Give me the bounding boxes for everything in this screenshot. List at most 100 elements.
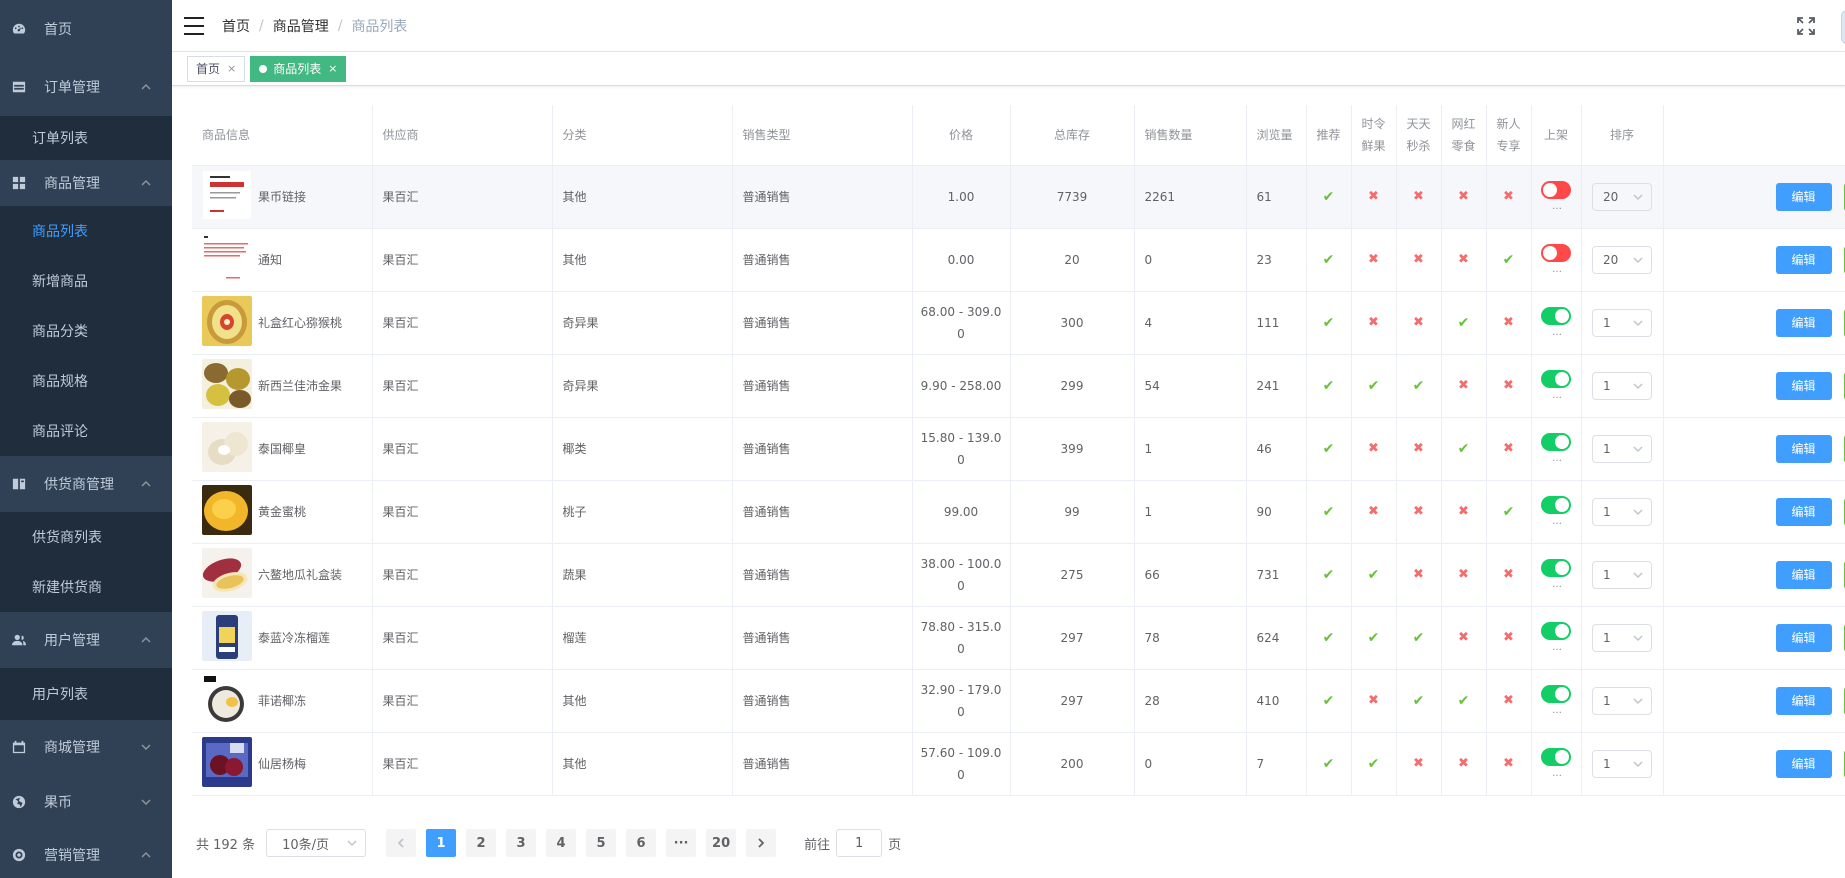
edit-button[interactable]: 编辑 bbox=[1775, 749, 1832, 778]
check-icon[interactable]: ✔ bbox=[1323, 630, 1335, 646]
sort-select[interactable]: 1 bbox=[1592, 560, 1652, 589]
hamburger-icon[interactable] bbox=[184, 16, 204, 35]
check-icon[interactable]: ✔ bbox=[1323, 567, 1335, 583]
sidebar-item-new-product[interactable]: 新增商品 bbox=[0, 256, 172, 306]
fullscreen-icon[interactable] bbox=[1797, 17, 1815, 35]
sort-select[interactable]: 20 bbox=[1592, 245, 1652, 274]
cross-icon[interactable]: ✖ bbox=[1503, 630, 1514, 645]
onshelf-toggle[interactable] bbox=[1541, 747, 1571, 766]
edit-button[interactable]: 编辑 bbox=[1775, 686, 1832, 715]
cross-icon[interactable]: ✖ bbox=[1458, 252, 1469, 267]
check-icon[interactable]: ✔ bbox=[1323, 378, 1335, 394]
cross-icon[interactable]: ✖ bbox=[1368, 252, 1379, 267]
edit-button[interactable]: 编辑 bbox=[1775, 245, 1832, 274]
cross-icon[interactable]: ✖ bbox=[1413, 189, 1424, 204]
onshelf-toggle[interactable] bbox=[1541, 558, 1571, 577]
cross-icon[interactable]: ✖ bbox=[1413, 567, 1424, 582]
onshelf-toggle[interactable] bbox=[1541, 495, 1571, 514]
sort-select[interactable]: 1 bbox=[1592, 434, 1652, 463]
edit-button[interactable]: 编辑 bbox=[1775, 308, 1832, 337]
cross-icon[interactable]: ✖ bbox=[1413, 252, 1424, 267]
prev-page-button[interactable] bbox=[386, 829, 417, 857]
sidebar-item-home[interactable]: 首页 bbox=[0, 0, 172, 58]
tag-home[interactable]: 首页 × bbox=[187, 55, 246, 82]
sort-select[interactable]: 1 bbox=[1592, 749, 1652, 778]
sidebar-item-new-supplier[interactable]: 新建供货商 bbox=[0, 562, 172, 612]
onshelf-toggle[interactable] bbox=[1541, 243, 1571, 262]
cross-icon[interactable]: ✖ bbox=[1413, 504, 1424, 519]
sort-select[interactable]: 1 bbox=[1592, 623, 1652, 652]
cross-icon[interactable]: ✖ bbox=[1368, 693, 1379, 708]
check-icon[interactable]: ✔ bbox=[1323, 315, 1335, 331]
edit-button[interactable]: 编辑 bbox=[1775, 497, 1832, 526]
sort-select[interactable]: 1 bbox=[1592, 371, 1652, 400]
sort-select[interactable]: 1 bbox=[1592, 497, 1652, 526]
cross-icon[interactable]: ✖ bbox=[1458, 189, 1469, 204]
page-button-1[interactable]: 1 bbox=[426, 829, 457, 857]
check-icon[interactable]: ✔ bbox=[1368, 378, 1380, 394]
page-button-4[interactable]: 4 bbox=[546, 829, 577, 857]
check-icon[interactable]: ✔ bbox=[1323, 504, 1335, 520]
check-icon[interactable]: ✔ bbox=[1413, 378, 1425, 394]
check-icon[interactable]: ✔ bbox=[1458, 315, 1470, 331]
check-icon[interactable]: ✔ bbox=[1368, 756, 1380, 772]
breadcrumb-product-management[interactable]: 商品管理 bbox=[273, 16, 329, 36]
check-icon[interactable]: ✔ bbox=[1323, 756, 1335, 772]
cross-icon[interactable]: ✖ bbox=[1503, 693, 1514, 708]
next-page-button[interactable] bbox=[746, 829, 777, 857]
cross-icon[interactable]: ✖ bbox=[1413, 756, 1424, 771]
page-size-select[interactable]: 10条/页 bbox=[266, 829, 367, 857]
edit-button[interactable]: 编辑 bbox=[1775, 560, 1832, 589]
page-button-20[interactable]: 20 bbox=[706, 829, 737, 857]
page-button-3[interactable]: 3 bbox=[506, 829, 537, 857]
cross-icon[interactable]: ✖ bbox=[1368, 189, 1379, 204]
cross-icon[interactable]: ✖ bbox=[1458, 504, 1469, 519]
onshelf-toggle[interactable] bbox=[1541, 621, 1571, 640]
sidebar-item-users[interactable]: 用户管理 bbox=[0, 612, 172, 668]
sidebar-item-user-list[interactable]: 用户列表 bbox=[0, 668, 172, 720]
cross-icon[interactable]: ✖ bbox=[1503, 441, 1514, 456]
edit-button[interactable]: 编辑 bbox=[1775, 434, 1832, 463]
check-icon[interactable]: ✔ bbox=[1458, 441, 1470, 457]
sidebar-item-marketing[interactable]: 营销管理 bbox=[0, 830, 172, 878]
sort-select[interactable]: 1 bbox=[1592, 686, 1652, 715]
check-icon[interactable]: ✔ bbox=[1323, 693, 1335, 709]
sidebar-item-suppliers[interactable]: 供货商管理 bbox=[0, 456, 172, 512]
edit-button[interactable]: 编辑 bbox=[1775, 182, 1832, 211]
sort-select[interactable]: 20 bbox=[1592, 182, 1652, 211]
edit-button[interactable]: 编辑 bbox=[1775, 623, 1832, 652]
page-button-2[interactable]: 2 bbox=[466, 829, 497, 857]
check-icon[interactable]: ✔ bbox=[1323, 189, 1335, 205]
onshelf-toggle[interactable] bbox=[1541, 306, 1571, 325]
cross-icon[interactable]: ✖ bbox=[1458, 567, 1469, 582]
onshelf-toggle[interactable] bbox=[1541, 369, 1571, 388]
onshelf-toggle[interactable] bbox=[1541, 432, 1571, 451]
page-button-5[interactable]: 5 bbox=[586, 829, 617, 857]
check-icon[interactable]: ✔ bbox=[1503, 252, 1515, 268]
cross-icon[interactable]: ✖ bbox=[1503, 756, 1514, 771]
cross-icon[interactable]: ✖ bbox=[1503, 189, 1514, 204]
cross-icon[interactable]: ✖ bbox=[1368, 441, 1379, 456]
cross-icon[interactable]: ✖ bbox=[1413, 441, 1424, 456]
sidebar-item-products[interactable]: 商品管理 bbox=[0, 160, 172, 206]
avatar[interactable] bbox=[1841, 10, 1845, 44]
onshelf-toggle[interactable] bbox=[1541, 180, 1571, 199]
more-pages-button[interactable]: ··· bbox=[666, 829, 697, 857]
cross-icon[interactable]: ✖ bbox=[1458, 630, 1469, 645]
sidebar-item-mall[interactable]: 商城管理 bbox=[0, 720, 172, 774]
sidebar-item-product-category[interactable]: 商品分类 bbox=[0, 306, 172, 356]
cross-icon[interactable]: ✖ bbox=[1503, 378, 1514, 393]
cross-icon[interactable]: ✖ bbox=[1458, 378, 1469, 393]
sidebar-item-product-list[interactable]: 商品列表 bbox=[0, 206, 172, 256]
goto-page-input[interactable]: 1 bbox=[836, 829, 883, 857]
check-icon[interactable]: ✔ bbox=[1503, 504, 1515, 520]
check-icon[interactable]: ✔ bbox=[1368, 630, 1380, 646]
check-icon[interactable]: ✔ bbox=[1413, 630, 1425, 646]
sidebar-item-product-reviews[interactable]: 商品评论 bbox=[0, 406, 172, 456]
sidebar-item-supplier-list[interactable]: 供货商列表 bbox=[0, 512, 172, 562]
cross-icon[interactable]: ✖ bbox=[1413, 315, 1424, 330]
sidebar-item-product-spec[interactable]: 商品规格 bbox=[0, 356, 172, 406]
edit-button[interactable]: 编辑 bbox=[1775, 371, 1832, 400]
cross-icon[interactable]: ✖ bbox=[1458, 756, 1469, 771]
sort-select[interactable]: 1 bbox=[1592, 308, 1652, 337]
